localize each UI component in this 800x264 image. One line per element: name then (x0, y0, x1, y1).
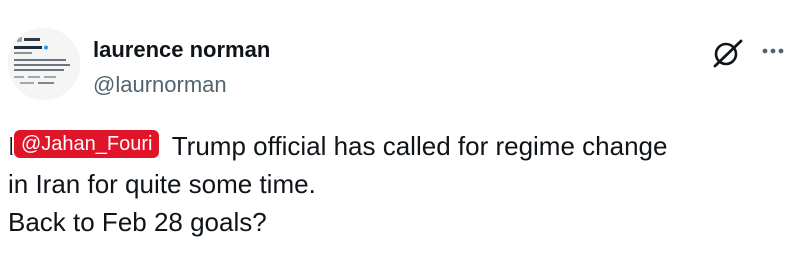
tweet-line-1: It@Jahan_Fouri Trump official has called… (8, 127, 792, 165)
tweet-line-2: in Iran for quite some time. (8, 169, 316, 199)
tweet-line-1-text: Trump official has called for regime cha… (165, 131, 668, 161)
more-options-icon[interactable] (760, 40, 786, 62)
profile-avatar-icon (8, 28, 80, 100)
tweet-line-3: Back to Feb 28 goals? (8, 207, 267, 237)
author-handle[interactable]: @laurnorman (93, 71, 227, 99)
author-display-name[interactable]: laurence norman (93, 37, 270, 63)
tweet-text: It@Jahan_Fouri Trump official has called… (8, 127, 792, 241)
watermarked-region: It@Jahan_Fouri (8, 127, 165, 165)
avatar[interactable] (8, 28, 80, 100)
grok-icon[interactable] (711, 36, 745, 70)
watermark-badge: @Jahan_Fouri (14, 130, 160, 158)
